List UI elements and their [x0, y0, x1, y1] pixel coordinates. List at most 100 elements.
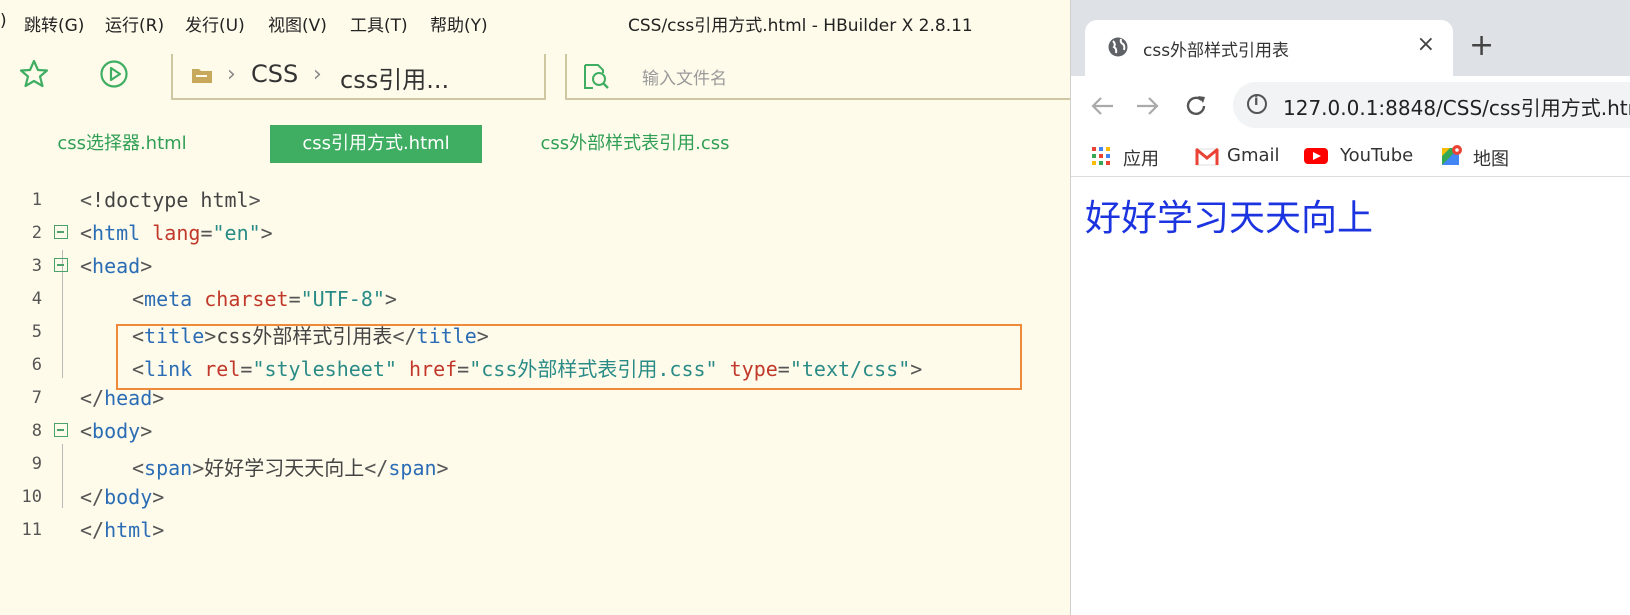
code-token: </ [80, 485, 105, 509]
code-token: > [248, 188, 261, 212]
line-number: 6 [31, 355, 42, 375]
chevron-right-icon: › [313, 62, 322, 87]
url-text[interactable]: 127.0.0.1:8848/CSS/css引用方式.html [1283, 92, 1630, 121]
code-token: body [104, 485, 153, 509]
code-token: </ [80, 386, 105, 410]
code-line: 9 <span>好好学习天天向上</span> [0, 448, 1070, 482]
code-token: > [192, 456, 205, 480]
code-token: !doctype html [92, 188, 249, 212]
back-arrow-icon[interactable] [1089, 94, 1115, 118]
line-number: 2 [31, 223, 42, 243]
window-title: CSS/css引用方式.html - HBuilder X 2.8.11 [628, 16, 973, 36]
bookmark-label: YouTube [1340, 145, 1414, 166]
url-input[interactable]: 127.0.0.1:8848/CSS/css引用方式.html [1233, 82, 1630, 128]
code-token: charset [204, 287, 289, 311]
forward-arrow-icon[interactable] [1135, 94, 1161, 118]
search-input[interactable]: 输入文件名 [642, 64, 727, 89]
line-number: 7 [31, 388, 42, 408]
code-token: 好好学习天天向上 [204, 456, 365, 480]
code-token: body [92, 419, 141, 443]
line-number: 10 [21, 487, 42, 507]
info-icon[interactable] [1247, 94, 1267, 114]
code-token: < [80, 188, 93, 212]
menu-item-help[interactable]: 帮助(Y) [430, 11, 488, 36]
code-token: < [132, 456, 145, 480]
bookmark-label: 地图 [1473, 149, 1509, 170]
gmail-icon [1195, 148, 1219, 166]
tab-css-selector[interactable]: css选择器.html [52, 125, 192, 163]
code-token: head [92, 254, 141, 278]
menu-item-publish[interactable]: 发行(U) [185, 11, 245, 36]
code-token: html [104, 518, 153, 542]
browser-tab-title: css外部样式引用表 [1143, 41, 1290, 61]
code-token: > [260, 221, 273, 245]
bookmark-label: Gmail [1227, 145, 1280, 166]
code-token: > [140, 419, 153, 443]
code-token: </ [364, 456, 389, 480]
code-line: 1 <!doctype html> [0, 184, 1070, 218]
code-token: "UTF-8" [300, 287, 385, 311]
code-token: meta [144, 287, 193, 311]
bookmark-label: 应用 [1123, 149, 1159, 170]
line-number: 8 [31, 421, 42, 441]
highlight-box [116, 324, 1022, 390]
file-search-box[interactable]: 输入文件名 [565, 54, 1070, 100]
code-token: span [388, 456, 437, 480]
editor-tabs: css选择器.html css引用方式.html css外部样式表引用.css [0, 125, 1070, 165]
reload-icon[interactable] [1183, 93, 1209, 119]
bookmarks-bar: 应用 Gmail YouTube 地图 [1071, 136, 1630, 177]
breadcrumb-item-file[interactable]: css引用... [340, 60, 449, 95]
code-token: > [152, 485, 165, 509]
run-icon[interactable] [98, 58, 130, 90]
menu-item-tools[interactable]: 工具(T) [350, 11, 408, 36]
code-token: > [384, 287, 397, 311]
tab-css-external[interactable]: css外部样式表引用.css [534, 125, 736, 163]
code-token: lang [152, 221, 201, 245]
code-token: span [144, 456, 193, 480]
fold-collapse-icon[interactable] [54, 225, 68, 239]
code-token: > [140, 254, 153, 278]
fold-collapse-icon[interactable] [54, 258, 68, 272]
code-line: 4 <meta charset="UTF-8"> [0, 283, 1070, 317]
address-bar-row: 127.0.0.1:8848/CSS/css引用方式.html [1071, 76, 1630, 136]
youtube-icon [1304, 148, 1328, 164]
breadcrumb-item-css[interactable]: CSS [251, 60, 298, 88]
menu-item-goto[interactable]: 跳转(G) [24, 11, 84, 36]
code-line: 10 </body> [0, 481, 1070, 515]
code-token: html [92, 221, 141, 245]
page-viewport: 好好学习天天向上 [1071, 177, 1630, 615]
line-number: 11 [21, 520, 42, 540]
code-token: < [132, 287, 145, 311]
code-token: < [80, 419, 93, 443]
fold-collapse-icon[interactable] [54, 423, 68, 437]
tab-css-reference[interactable]: css引用方式.html [270, 125, 482, 163]
code-line: 2 <html lang="en"> [0, 217, 1070, 251]
hbuilder-editor-window: ) 跳转(G) 运行(R) 发行(U) 视图(V) 工具(T) 帮助(Y) CS… [0, 0, 1070, 615]
star-icon[interactable] [18, 58, 50, 90]
menu-bar: ) 跳转(G) 运行(R) 发行(U) 视图(V) 工具(T) 帮助(Y) CS… [0, 0, 1070, 44]
code-token: < [80, 221, 93, 245]
line-number: 3 [31, 256, 42, 276]
code-line: 3 <head> [0, 250, 1070, 284]
code-line: 11 </html> [0, 514, 1070, 548]
globe-icon [1108, 37, 1128, 57]
menu-item-run[interactable]: 运行(R) [105, 11, 164, 36]
code-token: < [80, 254, 93, 278]
code-line: 8 <body> [0, 415, 1070, 449]
browser-tab[interactable]: css外部样式引用表 × [1085, 20, 1453, 76]
line-number: 9 [31, 454, 42, 474]
maps-icon [1442, 145, 1462, 165]
chrome-browser-window: css外部样式引用表 × + 127.0.0.1:8848/CSS/css引用方… [1070, 0, 1630, 615]
apps-grid-icon [1092, 147, 1110, 165]
close-icon[interactable]: × [1417, 32, 1435, 57]
new-tab-button[interactable]: + [1469, 28, 1494, 63]
code-token: = [200, 221, 213, 245]
code-token: > [152, 518, 165, 542]
menu-item-partial[interactable]: ) [0, 11, 7, 31]
breadcrumb: › CSS › css引用... [171, 54, 546, 100]
line-number: 4 [31, 289, 42, 309]
code-token: </ [80, 518, 105, 542]
page-span-text: 好好学习天天向上 [1085, 198, 1374, 239]
browser-tab-strip: css外部样式引用表 × + [1071, 0, 1630, 76]
menu-item-view[interactable]: 视图(V) [268, 11, 327, 36]
